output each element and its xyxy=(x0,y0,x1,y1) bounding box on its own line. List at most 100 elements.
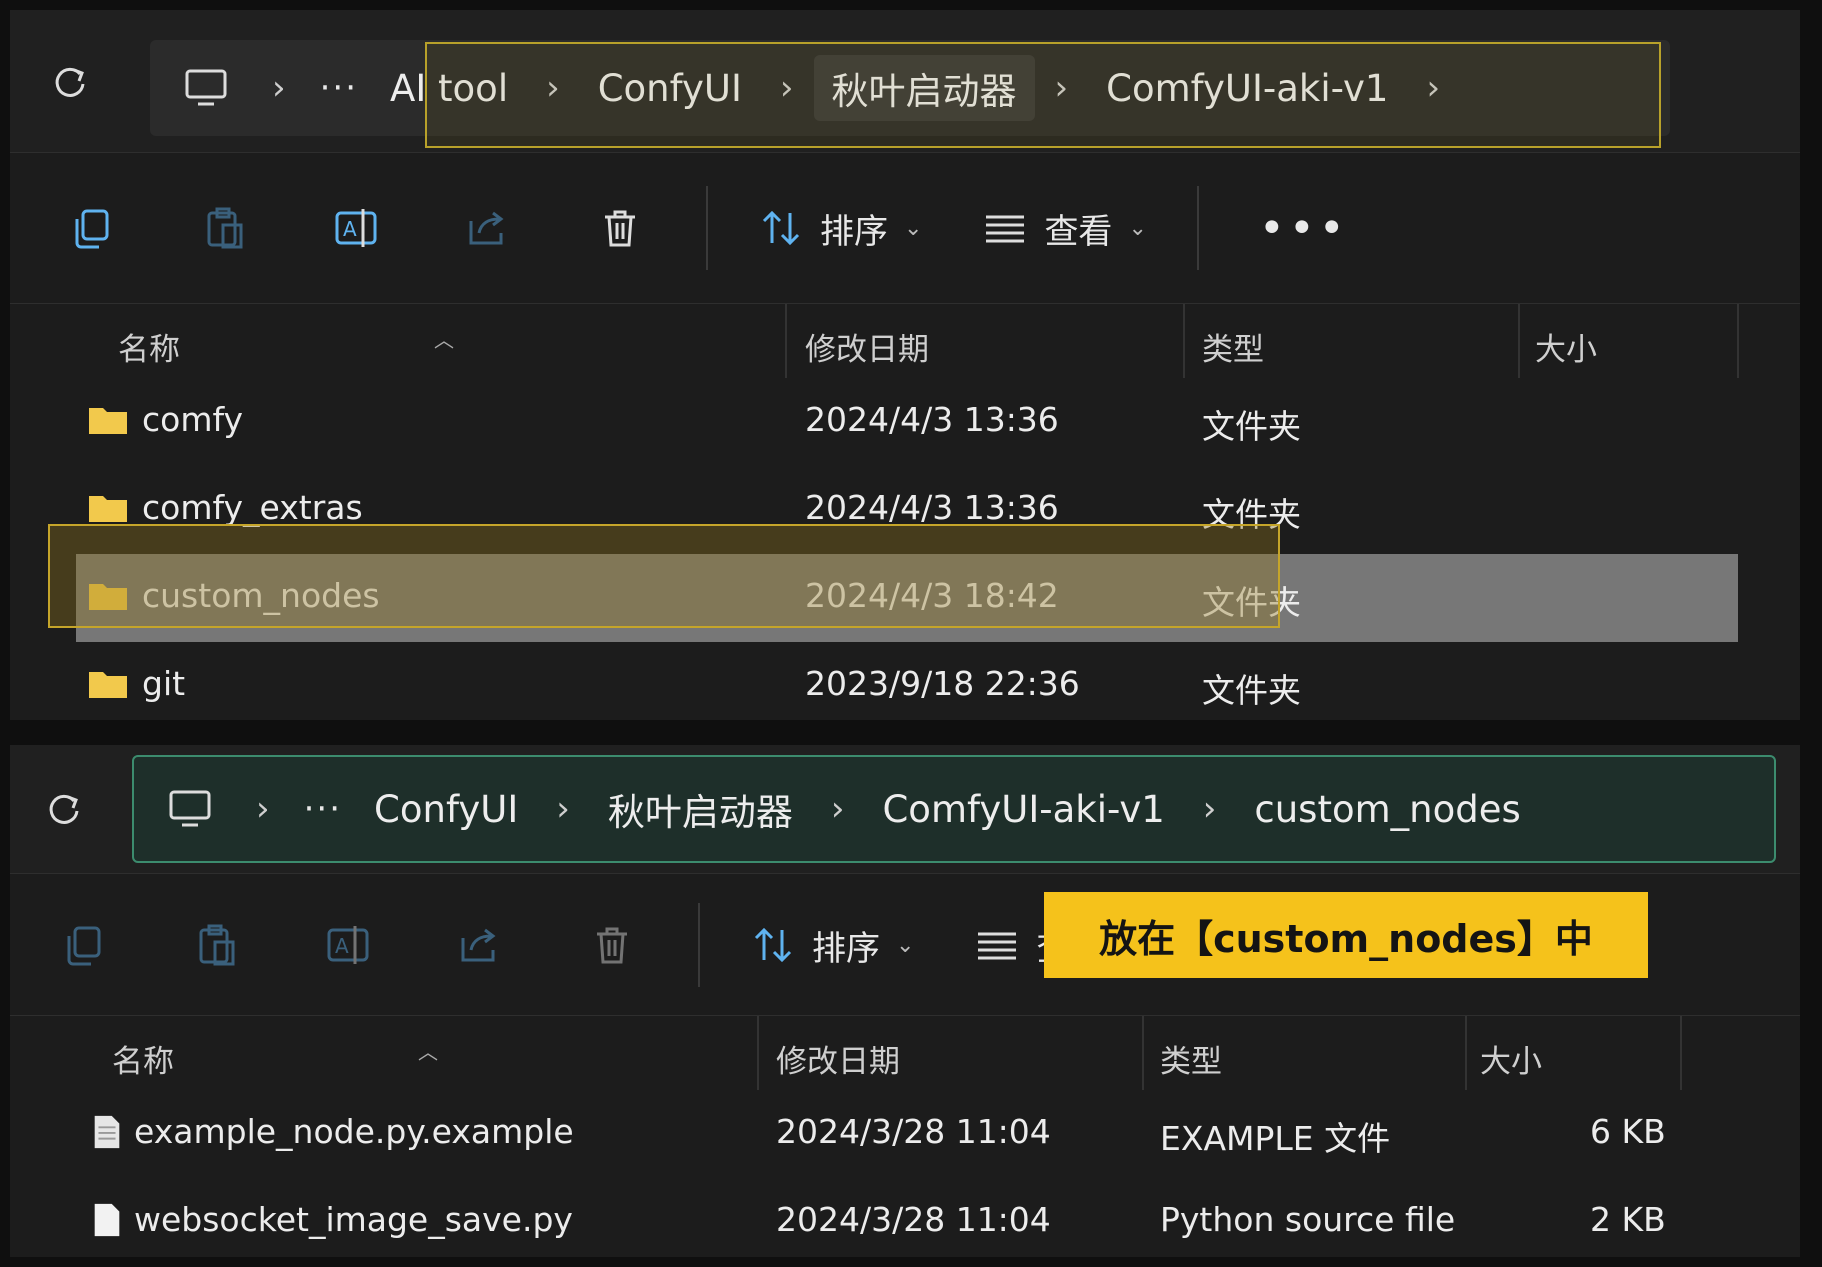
sort-menu-button[interactable]: 排序 ⌄ xyxy=(720,921,944,970)
crumb-confyui[interactable]: ConfyUI xyxy=(580,67,760,110)
paste-icon xyxy=(199,924,235,966)
share-icon xyxy=(461,928,496,962)
column-divider[interactable] xyxy=(785,304,787,378)
column-header-row: ︿ 名称 修改日期 类型 大小 xyxy=(10,304,1800,378)
breadcrumb[interactable]: › ··· AI tool › ConfyUI › 秋叶启动器 › ComfyU… xyxy=(150,40,1670,136)
sort-ascending-icon: ︿ xyxy=(434,328,454,352)
file-type: 文件夹 xyxy=(1202,583,1301,622)
address-bar-row: › ··· AI tool › ConfyUI › 秋叶启动器 › ComfyU… xyxy=(10,10,1800,153)
crumb-confyui[interactable]: ConfyUI xyxy=(356,788,536,831)
file-size: 6 KB xyxy=(1590,1112,1666,1151)
file-type: 文件夹 xyxy=(1202,495,1301,534)
file-modified: 2024/3/28 11:04 xyxy=(776,1200,1051,1239)
sort-menu-button[interactable]: 排序 ⌄ xyxy=(728,204,952,253)
chevron-down-icon: ⌄ xyxy=(896,932,915,958)
chevron-right-icon: › xyxy=(830,789,845,829)
column-header-type[interactable]: 类型 xyxy=(1160,1036,1222,1081)
chevron-right-icon: › xyxy=(1202,789,1217,829)
toolbar-separator xyxy=(706,186,708,270)
view-menu-button[interactable]: 查看 ⌄ xyxy=(952,204,1176,253)
list-item[interactable]: websocket_image_save.py 2024/3/28 11:04 … xyxy=(10,1178,1800,1266)
column-header-name[interactable]: 名称 xyxy=(112,1036,174,1081)
file-list: ︿ 名称 修改日期 类型 大小 comfy 2024/4/3 13:36 文件夹… xyxy=(10,304,1800,730)
column-header-size[interactable]: 大小 xyxy=(1535,324,1597,369)
computer-icon[interactable] xyxy=(184,68,228,108)
crumb-qiuye-launcher[interactable]: 秋叶启动器 xyxy=(813,55,1035,121)
column-header-size[interactable]: 大小 xyxy=(1480,1036,1542,1081)
copy-button[interactable] xyxy=(26,153,158,303)
explorer-window-top: › ··· AI tool › ConfyUI › 秋叶启动器 › ComfyU… xyxy=(10,10,1800,720)
paste-button[interactable] xyxy=(150,875,282,1015)
column-header-name[interactable]: 名称 xyxy=(118,324,180,369)
sort-label: 排序 xyxy=(812,928,880,969)
file-icon xyxy=(94,1115,120,1149)
svg-text:A: A xyxy=(335,934,349,958)
delete-icon xyxy=(605,210,635,247)
breadcrumb[interactable]: › ··· ConfyUI › 秋叶启动器 › ComfyUI-aki-v1 ›… xyxy=(132,755,1776,863)
crumb-comfyui-aki[interactable]: ComfyUI-aki-v1 xyxy=(1088,67,1406,110)
file-name: custom_nodes xyxy=(142,576,380,615)
file-type: EXAMPLE 文件 xyxy=(1160,1119,1391,1158)
share-icon xyxy=(469,211,504,245)
file-modified: 2024/4/3 13:36 xyxy=(805,400,1059,439)
column-divider[interactable] xyxy=(1142,1016,1144,1090)
command-bar: A 排序 ⌄ 查看 ⌄ ••• xyxy=(10,153,1800,304)
more-crumbs-button[interactable]: ··· xyxy=(290,789,356,829)
crumb-comfyui-aki[interactable]: ComfyUI-aki-v1 xyxy=(864,788,1182,831)
delete-button[interactable] xyxy=(554,153,686,303)
crumb-custom-nodes[interactable]: custom_nodes xyxy=(1236,788,1538,831)
list-item[interactable]: example_node.py.example 2024/3/28 11:04 … xyxy=(10,1090,1800,1178)
copy-icon xyxy=(67,926,101,966)
folder-icon xyxy=(89,672,127,698)
copy-button[interactable] xyxy=(18,875,150,1015)
share-button[interactable] xyxy=(414,875,546,1015)
column-divider[interactable] xyxy=(1737,304,1739,378)
list-item-selected[interactable]: custom_nodes 2024/4/3 18:42 文件夹 xyxy=(76,554,1738,642)
refresh-icon[interactable] xyxy=(44,789,84,829)
file-name: example_node.py.example xyxy=(134,1112,574,1151)
folder-icon xyxy=(89,496,127,522)
instruction-callout: 放在【custom_nodes】中 xyxy=(1044,892,1648,978)
file-modified: 2024/4/3 13:36 xyxy=(805,488,1059,527)
chevron-right-icon[interactable]: › xyxy=(1406,68,1460,108)
toolbar-separator xyxy=(1196,186,1199,270)
column-divider[interactable] xyxy=(1518,304,1520,378)
rename-icon: A xyxy=(335,209,377,247)
list-item[interactable]: comfy_extras 2024/4/3 13:36 文件夹 xyxy=(10,466,1800,554)
sort-icon xyxy=(762,210,800,246)
column-header-modified[interactable]: 修改日期 xyxy=(805,324,929,369)
more-crumbs-button[interactable]: ··· xyxy=(306,68,372,108)
column-divider[interactable] xyxy=(1465,1016,1467,1090)
copy-icon xyxy=(75,209,109,249)
column-header-modified[interactable]: 修改日期 xyxy=(776,1036,900,1081)
chevron-right-icon: › xyxy=(779,68,794,108)
explorer-window-bottom: › ··· ConfyUI › 秋叶启动器 › ComfyUI-aki-v1 ›… xyxy=(10,745,1800,1257)
column-divider[interactable] xyxy=(1183,304,1185,378)
paste-button[interactable] xyxy=(158,153,290,303)
column-divider[interactable] xyxy=(1680,1016,1682,1090)
refresh-icon[interactable] xyxy=(50,62,90,102)
crumb-ai-tool[interactable]: AI tool xyxy=(372,67,526,110)
crumb-qiuye-launcher[interactable]: 秋叶启动器 xyxy=(590,782,811,836)
rename-button[interactable]: A xyxy=(282,875,414,1015)
view-icon xyxy=(986,215,1025,243)
column-header-type[interactable]: 类型 xyxy=(1202,324,1264,369)
file-type: 文件夹 xyxy=(1202,407,1301,446)
more-options-button[interactable]: ••• xyxy=(1219,203,1389,254)
file-name: git xyxy=(142,664,186,703)
delete-button[interactable] xyxy=(546,875,678,1015)
paste-icon xyxy=(207,207,243,249)
chevron-right-icon: › xyxy=(272,68,286,108)
share-button[interactable] xyxy=(422,153,554,303)
chevron-right-icon: › xyxy=(1054,68,1069,108)
list-item[interactable]: git 2023/9/18 22:36 文件夹 xyxy=(10,642,1800,730)
file-name: comfy_extras xyxy=(142,488,363,527)
view-icon xyxy=(978,932,1017,960)
column-divider[interactable] xyxy=(757,1016,759,1090)
rename-button[interactable]: A xyxy=(290,153,422,303)
file-icon xyxy=(94,1203,120,1237)
svg-text:A: A xyxy=(343,217,357,241)
chevron-right-icon: › xyxy=(546,68,560,108)
list-item[interactable]: comfy 2024/4/3 13:36 文件夹 xyxy=(10,378,1800,466)
computer-icon[interactable] xyxy=(168,789,212,829)
